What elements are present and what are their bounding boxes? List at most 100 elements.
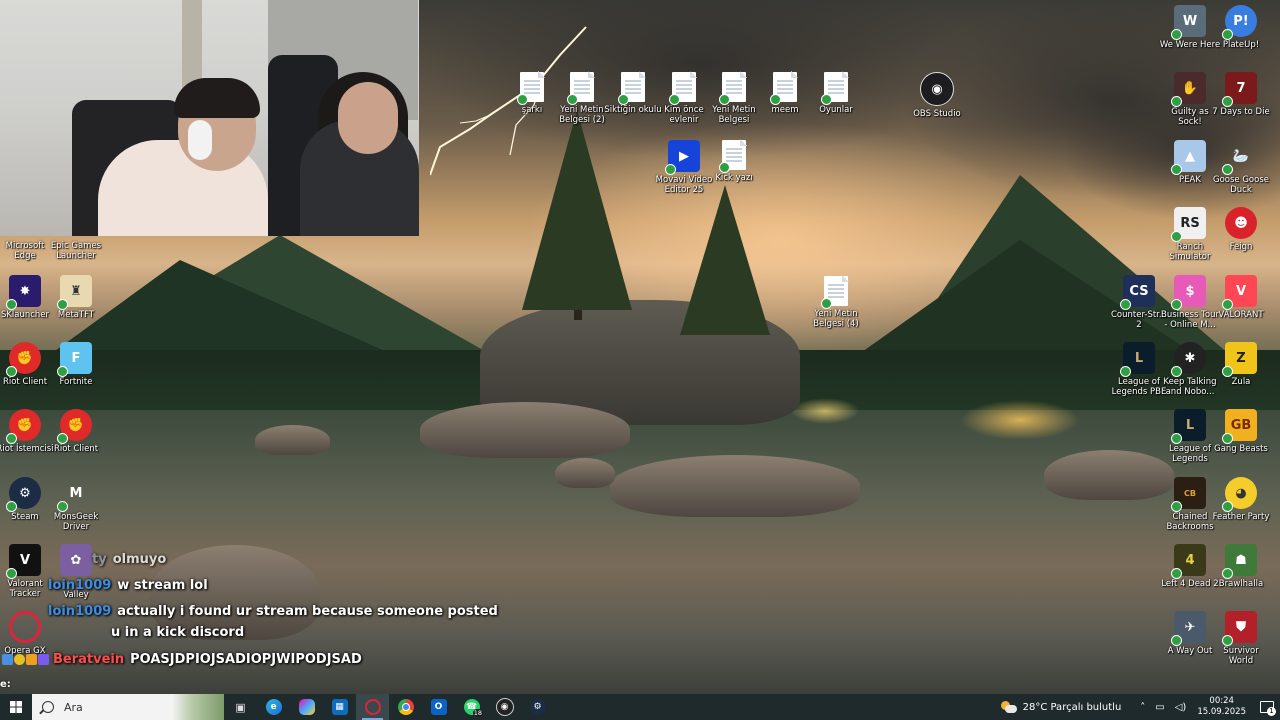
desktop-icon-yeni-metin-belgesi-4[interactable]: Yeni Metin Belgesi (4) [805,275,867,329]
notification-center-button[interactable]: 1 [1254,694,1280,720]
counter-strike-icon: CS [1120,275,1155,310]
taskbar-search-box[interactable]: Ara [32,694,224,720]
desktop-icon-zula[interactable]: Z Zula [1210,342,1272,387]
badge-icon [14,654,25,665]
badge-icon [2,654,13,665]
partly-cloudy-icon [1000,701,1017,713]
movavi-icon: ▶ [665,140,700,175]
taskbar-outlook[interactable]: O [422,694,455,720]
bomb-icon: ✱ [1171,342,1206,377]
volume-icon[interactable]: ◁) [1175,702,1187,713]
desktop-icon-oyunlar[interactable]: Oyunlar [805,71,867,115]
desktop-icon-feign[interactable]: ☻ Feign [1210,207,1272,252]
chat-username: loin1009 [48,604,112,619]
network-icon[interactable]: ▭ [1155,702,1164,713]
text-file-icon [719,139,747,173]
desktop-icon-brawlhalla[interactable]: ☗ Brawlhalla [1210,544,1272,589]
chat-message-continuation: u in a kick discord [111,625,244,640]
chained-backrooms-icon: CB [1171,477,1206,512]
notification-count: 1 [1267,707,1276,716]
text-file-icon [618,71,646,105]
steam-icon: ⚙ [529,699,546,715]
taskbar-opera-gx[interactable] [356,694,389,720]
taskbar-obs-studio[interactable]: ◉ [488,694,521,720]
chat-message: Beratvein POASJDPIOJSADIOPJWIPODJSAD [2,652,362,667]
chat-text: w stream lol [117,578,208,593]
brawlhalla-icon: ☗ [1222,544,1257,579]
desktop-icon-goose-goose-duck[interactable]: 🦢 Goose Goose Duck [1210,140,1272,196]
riot-client-icon: ✊ [6,409,41,444]
desktop-icon-valorant[interactable]: V VALORANT [1210,275,1272,320]
chevron-up-icon[interactable]: ˄ [1140,702,1145,713]
desktop-icon-plateup[interactable]: P! PlateUp! [1210,5,1272,50]
taskbar-edge[interactable]: e [257,694,290,720]
search-icon [42,701,54,713]
text-file-icon [517,71,545,105]
desktop-icon-feather-party[interactable]: ◕ Feather Party [1210,477,1272,522]
weather-widget[interactable]: 28°C Parçalı bulutlu [1023,702,1122,713]
webcam-overlay [0,0,419,236]
desktop-icon-gang-beasts[interactable]: GB Gang Beasts [1210,409,1272,454]
plateup-icon: P! [1222,5,1257,40]
task-view-icon: ▣ [235,700,246,714]
clock-date: 15.09.2025 [1197,707,1246,717]
desktop-icon-survivor-world[interactable]: ⛊ Survivor World [1210,611,1272,666]
desktop-icon-obs-studio[interactable]: ◉ OBS Studio [906,72,968,119]
taskbar-copilot[interactable] [290,694,323,720]
chat-username: Beratvein [53,652,125,667]
text-file-icon [821,275,849,309]
search-highlight-image [172,694,224,720]
opera-gx-icon [364,699,381,715]
chrome-icon [397,699,414,715]
steam-icon: ⚙ [6,477,41,512]
valley-icon: ✿ [60,544,92,576]
windows-icon [10,701,22,713]
peak-icon: ▲ [1171,140,1206,175]
badge-icon [26,654,37,665]
taskbar-steam[interactable]: ⚙ [521,694,554,720]
text-file-icon [669,71,697,105]
riot-client-icon: ✊ [6,342,41,377]
sklauncher-icon: ✸ [6,275,41,310]
desktop-icon-riot-client-2[interactable]: ✊ Riot Client [45,409,107,454]
clock-time: 00:24 [1209,696,1234,706]
7-days-to-die-icon: 7 [1222,72,1257,107]
desktop-icon-fortnite[interactable]: F Fortnite [45,342,107,387]
search-placeholder: Ara [64,700,83,714]
edge-icon: e [265,699,282,715]
monsgeek-icon: M [57,477,92,512]
system-tray: 28°C Parçalı bulutlu ˄ ▭ ◁) 00:24 15.09.… [1000,694,1280,720]
desktop-icon-metatft[interactable]: ♜ MetaTFT [45,275,107,320]
ranch-simulator-icon: RS [1171,207,1206,242]
fortnite-icon: F [57,342,92,377]
chat-text: actually i found ur stream because someo… [117,604,498,619]
metatft-icon: ♜ [57,275,92,310]
desktop-icon-kick-yazi[interactable]: Kick yazı [703,139,765,183]
desktop-icon-7-days-to-die[interactable]: 7 7 Days to Die [1210,72,1272,117]
outlook-icon: O [430,699,447,715]
desktop-icon-monsgeek-driver[interactable]: M MonsGeek Driver [45,477,107,533]
unread-count-badge: 18 [472,709,483,717]
start-button[interactable] [0,694,32,720]
chat-message: loin1009 w stream lol [48,578,208,593]
a-way-out-icon: ✈ [1171,611,1206,646]
obs-studio-icon: ◉ [495,698,514,716]
guilty-as-sock-icon: ✋ [1171,72,1206,107]
taskbar: Ara ▣ e ▦ O ☎ 18 ◉ ⚙ 28°C Parçalı bulutlu… [0,694,1280,720]
taskbar-store[interactable]: ▦ [323,694,356,720]
taskbar-whatsapp[interactable]: ☎ 18 [455,694,488,720]
desktop-icon-epic-games[interactable]: Epic Games Launcher [45,238,107,261]
taskbar-task-view[interactable]: ▣ [224,694,257,720]
gang-beasts-icon: GB [1222,409,1257,444]
we-were-here-icon: W [1171,5,1206,40]
text-file-icon [770,71,798,105]
taskbar-chrome[interactable] [389,694,422,720]
chat-text: u in a kick discord [111,625,245,640]
league-of-legends-icon: L [1120,342,1155,377]
badge-icon [38,654,49,665]
chat-message: ty olmuyo [92,552,166,567]
goose-goose-duck-icon: 🦢 [1222,140,1257,175]
zula-icon: Z [1222,342,1257,377]
clock[interactable]: 00:24 15.09.2025 [1197,696,1246,718]
chat-badges [2,652,50,667]
